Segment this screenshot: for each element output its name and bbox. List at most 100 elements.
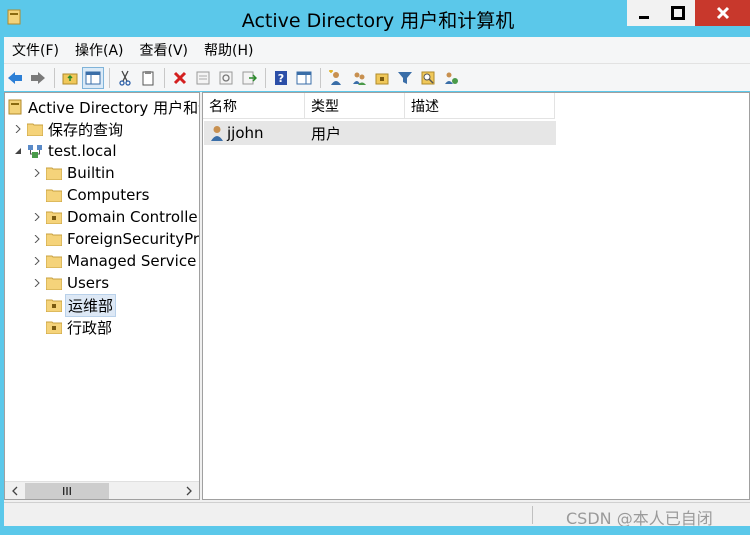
new-user-button[interactable] xyxy=(325,67,347,89)
forward-button[interactable] xyxy=(27,67,49,89)
add-to-group-button[interactable] xyxy=(440,67,462,89)
collapse-arrow-icon[interactable] xyxy=(13,147,23,155)
delete-button[interactable] xyxy=(169,67,191,89)
tree-item-label: ForeignSecurityPrincipals xyxy=(67,230,200,248)
horizontal-scrollbar[interactable]: III xyxy=(5,481,199,499)
console-tree-icon xyxy=(85,71,101,84)
window-bottom-border xyxy=(0,526,750,535)
chevron-left-icon xyxy=(12,486,18,496)
clipboard-icon xyxy=(142,70,154,85)
expand-arrow-icon[interactable] xyxy=(32,235,42,243)
tree-item-label: 运维部 xyxy=(65,293,117,317)
scroll-thumb[interactable]: III xyxy=(25,483,109,499)
menu-action[interactable]: 操作(A) xyxy=(67,40,132,60)
folder-icon xyxy=(46,187,62,203)
tree-item-users[interactable]: Users xyxy=(32,272,111,294)
cut-button[interactable] xyxy=(114,67,136,89)
action-pane-icon xyxy=(296,71,312,84)
expand-arrow-icon[interactable] xyxy=(32,169,42,177)
tree-item-saved-queries[interactable]: 保存的查询 xyxy=(13,118,125,140)
export-icon xyxy=(242,71,257,84)
user-icon xyxy=(211,126,223,141)
tree-item-label: 保存的查询 xyxy=(48,120,124,139)
ou-icon xyxy=(46,319,62,335)
refresh-button[interactable] xyxy=(215,67,237,89)
console-tree: Active Directory 用户和计算机 保存的查询 test.local… xyxy=(4,92,200,500)
find-button[interactable] xyxy=(417,67,439,89)
close-button[interactable] xyxy=(695,0,750,26)
table-row[interactable]: jjohn 用户 xyxy=(204,121,556,145)
tree-item-builtin[interactable]: Builtin xyxy=(32,162,117,184)
tree-item-foreign-security-principals[interactable]: ForeignSecurityPrincipals xyxy=(32,228,200,250)
folder-icon xyxy=(46,253,62,269)
tree-item-label: test.local xyxy=(48,142,117,160)
new-user-icon xyxy=(329,69,341,85)
forward-arrow-icon xyxy=(31,71,45,84)
name-cell: jjohn xyxy=(210,121,264,145)
status-separator xyxy=(532,506,533,524)
minimize-button[interactable] xyxy=(627,0,661,26)
menu-help[interactable]: 帮助(H) xyxy=(196,40,261,60)
scissors-icon xyxy=(119,70,131,86)
menu-file[interactable]: 文件(F) xyxy=(4,40,67,60)
new-ou-button[interactable] xyxy=(371,67,393,89)
back-button[interactable] xyxy=(4,67,26,89)
up-folder-button[interactable] xyxy=(59,67,81,89)
column-header-description[interactable]: 描述 xyxy=(405,93,555,119)
chevron-right-icon xyxy=(186,486,192,496)
refresh-icon xyxy=(219,71,233,84)
tree-root-label: Active Directory 用户和计算机 xyxy=(28,98,199,117)
tree-item-domain-controllers[interactable]: Domain Controllers xyxy=(32,206,200,228)
ou-icon xyxy=(46,209,62,225)
help-button[interactable]: ? xyxy=(270,67,292,89)
new-group-icon xyxy=(353,72,366,85)
column-header-name[interactable]: 名称 xyxy=(203,93,305,119)
scroll-right-button[interactable] xyxy=(180,483,198,499)
show-action-pane-button[interactable] xyxy=(293,67,315,89)
find-icon xyxy=(421,71,435,84)
menu-view[interactable]: 查看(V) xyxy=(132,40,197,60)
menu-bar: 文件(F) 操作(A) 查看(V) 帮助(H) xyxy=(4,37,750,63)
tree-root[interactable]: Active Directory 用户和计算机 xyxy=(7,96,199,118)
details-pane: 名称 类型 描述 jjohn 用户 xyxy=(202,92,750,500)
export-list-button[interactable] xyxy=(238,67,260,89)
properties-button[interactable] xyxy=(192,67,214,89)
folder-icon xyxy=(46,275,62,291)
expand-arrow-icon[interactable] xyxy=(32,257,42,265)
tree-item-computers[interactable]: Computers xyxy=(32,184,151,206)
tree-item-managed-service-accounts[interactable]: Managed Service Accounts xyxy=(32,250,199,272)
new-group-button[interactable] xyxy=(348,67,370,89)
tree-item-label: Managed Service Accounts xyxy=(67,252,199,270)
maximize-icon xyxy=(671,6,685,20)
copy-button[interactable] xyxy=(137,67,159,89)
toolbar-separator xyxy=(320,67,321,88)
svg-text:?: ? xyxy=(278,72,284,85)
toolbar: ? xyxy=(4,63,750,91)
tree-item-domain[interactable]: test.local xyxy=(13,140,119,162)
scroll-left-button[interactable] xyxy=(6,483,24,499)
user-name: jjohn xyxy=(227,124,264,142)
domain-icon xyxy=(27,143,43,159)
title-bar: Active Directory 用户和计算机 xyxy=(0,0,750,36)
expand-arrow-icon[interactable] xyxy=(13,125,23,133)
properties-icon xyxy=(196,71,210,84)
tree-item-label: Computers xyxy=(67,186,150,204)
expand-arrow-icon[interactable] xyxy=(32,213,42,221)
folder-icon xyxy=(27,121,43,137)
expand-arrow-icon[interactable] xyxy=(32,279,42,287)
toolbar-separator xyxy=(54,67,55,88)
tree-item-ops-department[interactable]: 运维部 xyxy=(32,293,117,317)
help-icon: ? xyxy=(275,70,287,85)
toolbar-separator xyxy=(109,67,110,88)
column-header-type[interactable]: 类型 xyxy=(305,93,405,119)
maximize-button[interactable] xyxy=(661,0,695,26)
close-icon xyxy=(716,6,729,20)
toolbar-separator xyxy=(164,67,165,88)
folder-icon xyxy=(46,165,62,181)
tree-item-admin-department[interactable]: 行政部 xyxy=(32,316,114,338)
folder-up-icon xyxy=(62,73,78,84)
show-console-tree-button[interactable] xyxy=(82,66,104,89)
tree-item-label: Domain Controllers xyxy=(67,208,200,226)
filter-button[interactable] xyxy=(394,67,416,89)
folder-icon xyxy=(46,231,62,247)
